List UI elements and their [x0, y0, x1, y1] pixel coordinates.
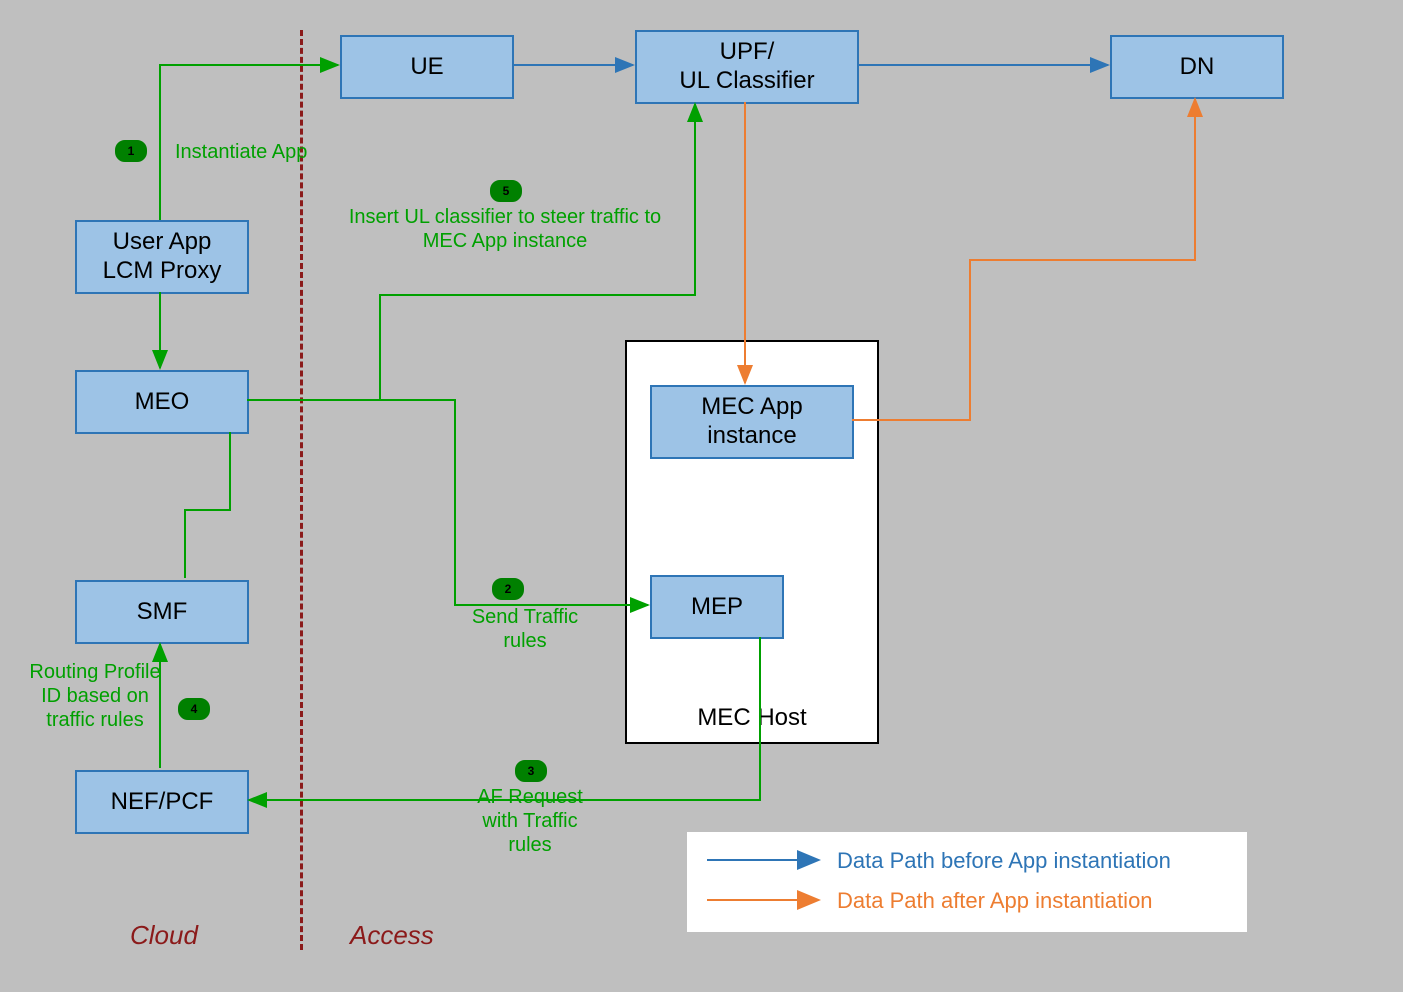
- step-5-num: 5: [503, 184, 510, 198]
- node-upf-label: UPF/ UL Classifier: [679, 38, 814, 96]
- diagram-canvas: Cloud Access UE UPF/ UL Classifier DN Us…: [0, 0, 1403, 992]
- node-smf: SMF: [75, 580, 249, 644]
- step-5-label: Insert UL classifier to steer traffic to…: [340, 205, 670, 253]
- node-meo-label: MEO: [135, 388, 190, 417]
- step-1-num: 1: [128, 144, 135, 158]
- region-access: Access: [350, 920, 434, 951]
- step-badge-3: 3: [515, 760, 547, 782]
- step-4-num: 4: [191, 702, 198, 716]
- node-mecapp: MEC App instance: [650, 385, 854, 459]
- node-userapp: User App LCM Proxy: [75, 220, 249, 294]
- legend: Data Path before App instantiation Data …: [685, 830, 1249, 934]
- legend-lines: [687, 832, 1247, 932]
- step-3-num: 3: [528, 764, 535, 778]
- node-upf: UPF/ UL Classifier: [635, 30, 859, 104]
- node-mep-label: MEP: [691, 593, 743, 622]
- region-divider: [300, 30, 303, 950]
- node-dn-label: DN: [1180, 53, 1215, 82]
- node-mep: MEP: [650, 575, 784, 639]
- step-badge-2: 2: [492, 578, 524, 600]
- node-mecapp-label: MEC App instance: [701, 393, 802, 451]
- node-dn: DN: [1110, 35, 1284, 99]
- step-3-label: AF Request with Traffic rules: [460, 785, 600, 857]
- legend-before-label: Data Path before App instantiation: [837, 848, 1171, 874]
- step-2-num: 2: [505, 582, 512, 596]
- step-4-label: Routing Profile ID based on traffic rule…: [15, 660, 175, 732]
- node-userapp-label: User App LCM Proxy: [103, 228, 222, 286]
- node-smf-label: SMF: [137, 598, 188, 627]
- region-cloud: Cloud: [130, 920, 198, 951]
- step-2-label: Send Traffic rules: [460, 605, 590, 653]
- step-badge-5: 5: [490, 180, 522, 202]
- legend-after-label: Data Path after App instantiation: [837, 888, 1153, 914]
- node-ue-label: UE: [410, 53, 443, 82]
- step-1-label: Instantiate App: [175, 140, 307, 164]
- node-ue: UE: [340, 35, 514, 99]
- node-nefpcf: NEF/PCF: [75, 770, 249, 834]
- node-nefpcf-label: NEF/PCF: [111, 788, 214, 817]
- node-meo: MEO: [75, 370, 249, 434]
- step-badge-1: 1: [115, 140, 147, 162]
- node-mechost-label: MEC Host: [627, 704, 877, 732]
- step-badge-4: 4: [178, 698, 210, 720]
